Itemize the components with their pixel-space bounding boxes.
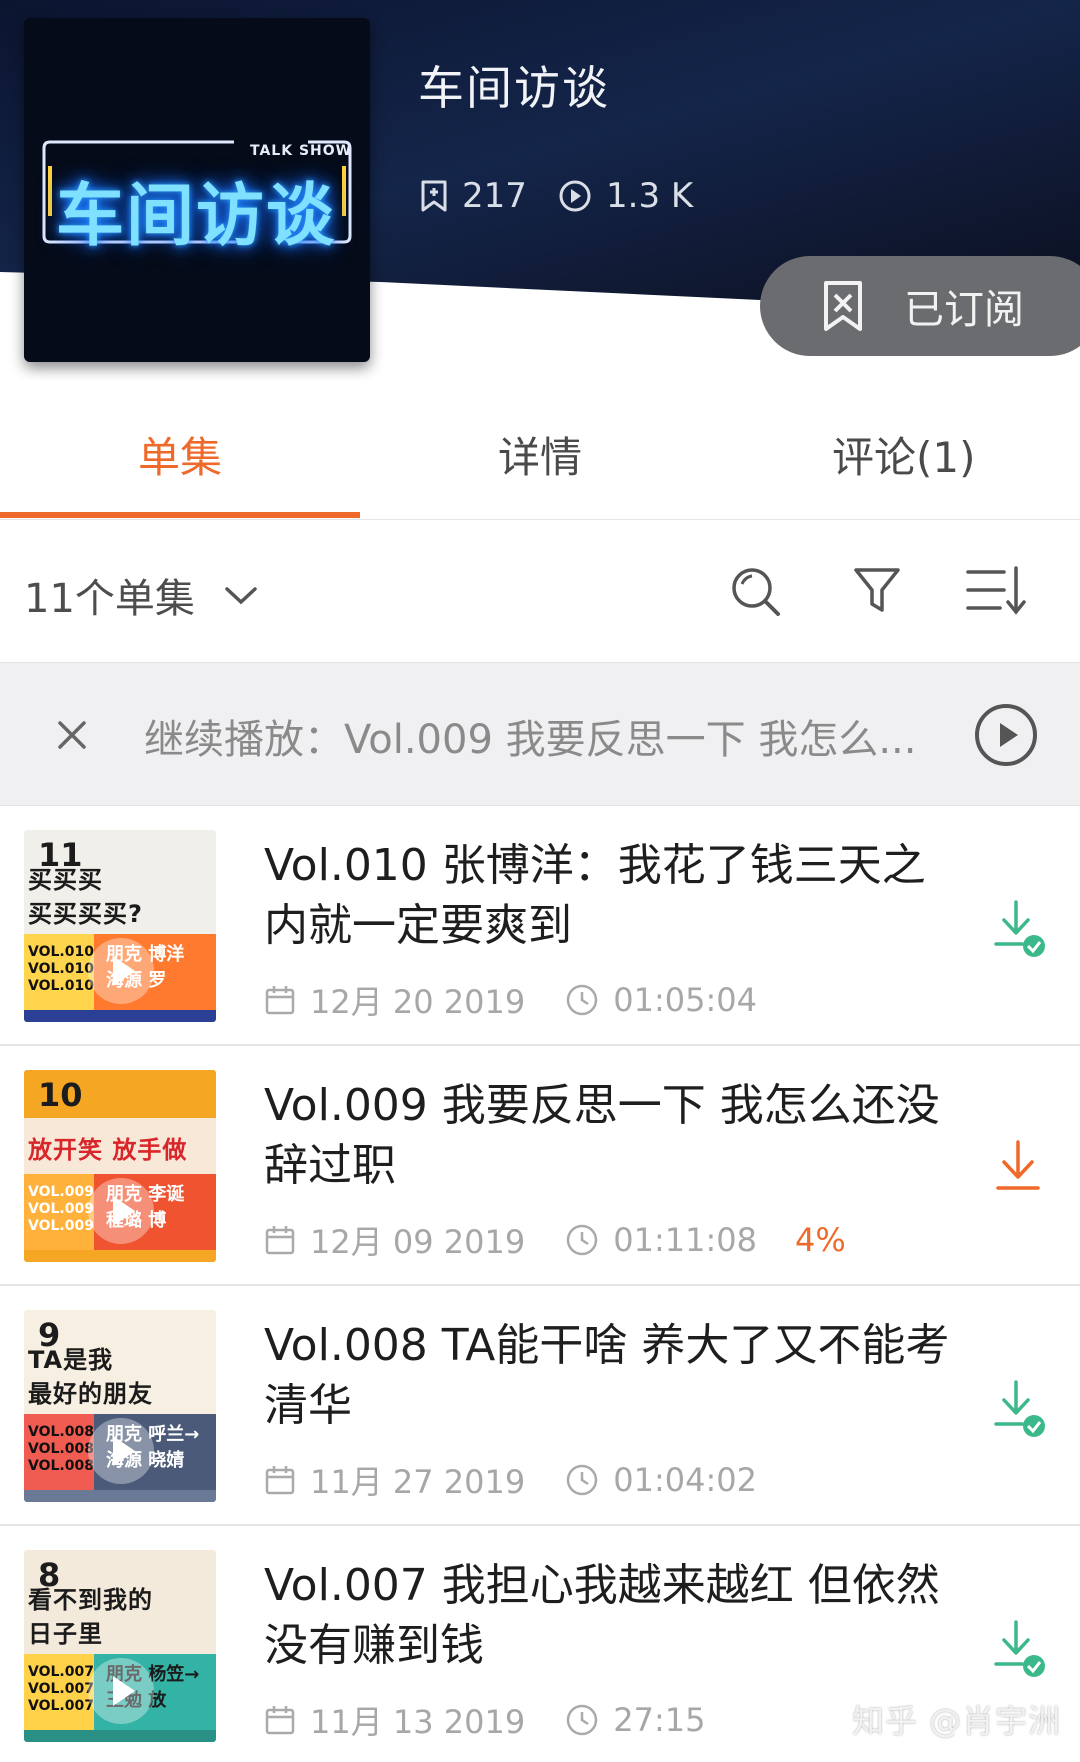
thumb-vol: VOL.009 (28, 1184, 94, 1200)
episode-toolbar: 11个单集 (0, 544, 1080, 662)
episode-progress: 4% (794, 1221, 846, 1259)
thumb-vol: VOL.010 (28, 978, 94, 994)
favorites-count: 217 (420, 174, 527, 218)
thumb-text: 看不到我的 (28, 1586, 153, 1614)
episode-title[interactable]: Vol.009 我要反思一下 我怎么还没辞过职 (264, 1076, 954, 1196)
episode-date: 12月 09 2019 (310, 1223, 526, 1261)
search-icon[interactable] (728, 564, 782, 618)
download-icon[interactable] (992, 1138, 1052, 1202)
play-icon[interactable] (88, 1658, 154, 1724)
thumb-vol: VOL.008 (28, 1458, 94, 1474)
plays-value: 1.3 K (606, 176, 694, 216)
episode-title[interactable]: Vol.007 我担心我越来越红 但依然没有赚到钱 (264, 1556, 954, 1676)
thumb-footer-band (24, 1250, 216, 1262)
thumb-text: 买买买 (28, 866, 103, 894)
episode-thumbnail[interactable]: 8 看不到我的 日子里 VOL.007 VOL.007 VOL.007 朋克 杨… (24, 1550, 216, 1742)
podcast-title: 车间访谈 (418, 61, 610, 115)
episode-item[interactable]: 11 买买买 买买买买? VOL.010 VOL.010 VOL.010 朋克 … (0, 806, 1080, 1046)
tab-episodes[interactable]: 单集 (138, 424, 222, 485)
tab-comments[interactable]: 评论(1) (832, 424, 976, 485)
thumb-vol: VOL.010 (28, 961, 94, 977)
cover-tagline: TALK SHOW (250, 143, 353, 159)
thumb-footer-band (24, 1730, 216, 1742)
thumb-text: 买买买买? (28, 900, 143, 928)
episode-meta: 12月 09 2019 01:11:08 4% (264, 1220, 846, 1261)
tab-details[interactable]: 详情 (498, 424, 582, 485)
clock-icon (566, 1464, 598, 1496)
episode-count: 11个单集 (24, 576, 195, 622)
episode-count-dropdown[interactable]: 11个单集 (24, 566, 259, 624)
thumb-vol: VOL.007 (28, 1698, 94, 1714)
episode-meta: 12月 20 2019 01:05:04 (264, 980, 757, 1021)
calendar-icon (265, 1226, 295, 1255)
episode-duration: 01:05:04 (613, 981, 757, 1019)
play-icon[interactable] (88, 1178, 154, 1244)
thumb-text: 最好的朋友 (28, 1380, 153, 1408)
thumb-text: 日子里 (28, 1620, 103, 1648)
thumb-vol: VOL.010 (28, 944, 94, 960)
thumb-vol: VOL.007 (28, 1664, 94, 1680)
calendar-icon (265, 986, 295, 1015)
thumb-text: TA是我 (28, 1346, 114, 1374)
calendar-icon (265, 1466, 295, 1495)
bookmark-icon (421, 180, 447, 212)
subscribed-button[interactable]: 已订阅 (760, 256, 1080, 356)
episode-date: 12月 20 2019 (310, 983, 526, 1021)
cover-title: 车间访谈 (55, 177, 336, 256)
thumb-footer-band (24, 1010, 216, 1022)
watermark: 知乎 @肖宇洲 (852, 1702, 1062, 1740)
continue-playing-text: 继续播放：Vol.009 我要反思一下 我怎么... (144, 717, 917, 763)
episode-thumbnail[interactable]: 11 买买买 买买买买? VOL.010 VOL.010 VOL.010 朋克 … (24, 830, 216, 1022)
episode-thumbnail[interactable]: 10 放开笑 放手做 VOL.009 VOL.009 VOL.009 朋克 李诞… (24, 1070, 216, 1262)
episode-date: 11月 13 2019 (310, 1703, 526, 1741)
play-icon[interactable] (88, 938, 154, 1004)
clock-icon (566, 1704, 598, 1736)
episode-duration: 01:11:08 (613, 1221, 757, 1259)
play-circle-icon[interactable] (974, 703, 1038, 767)
thumb-vol: VOL.008 (28, 1424, 94, 1440)
favorites-value: 217 (462, 176, 527, 216)
downloaded-icon[interactable] (992, 1378, 1052, 1442)
subscribed-label: 已订阅 (904, 287, 1024, 333)
downloaded-icon[interactable] (992, 898, 1052, 962)
close-icon[interactable] (52, 715, 92, 755)
thumb-vol: VOL.007 (28, 1681, 94, 1697)
clock-icon (566, 984, 598, 1016)
thumb-footer-band (24, 1490, 216, 1502)
episode-item[interactable]: 10 放开笑 放手做 VOL.009 VOL.009 VOL.009 朋克 李诞… (0, 1046, 1080, 1286)
chevron-down-icon (225, 587, 257, 605)
episode-list: 11 买买买 买买买买? VOL.010 VOL.010 VOL.010 朋克 … (0, 806, 1080, 1762)
episode-number: 10 (38, 1076, 83, 1114)
plays-count: 1.3 K (558, 174, 693, 218)
play-circle-icon (559, 180, 591, 212)
thumb-vol: VOL.009 (28, 1218, 94, 1234)
episode-item[interactable]: 9 TA是我 最好的朋友 VOL.008 VOL.008 VOL.008 朋克 … (0, 1286, 1080, 1526)
tab-bar: 单集 详情 评论(1) (0, 394, 1080, 520)
bookmark-check-icon (824, 281, 862, 331)
podcast-header: TALK SHOW 车间访谈 车间访谈 217 1.3 K 已订阅 (0, 0, 1080, 380)
play-icon[interactable] (88, 1418, 154, 1484)
episode-duration: 27:15 (613, 1701, 706, 1739)
thumb-text: 放开笑 放手做 (28, 1136, 188, 1164)
calendar-icon (265, 1706, 295, 1735)
episode-duration: 01:04:02 (613, 1461, 757, 1499)
sort-icon[interactable] (964, 564, 1028, 618)
filter-icon[interactable] (852, 564, 902, 618)
episode-thumbnail[interactable]: 9 TA是我 最好的朋友 VOL.008 VOL.008 VOL.008 朋克 … (24, 1310, 216, 1502)
thumb-vol: VOL.008 (28, 1441, 94, 1457)
episode-meta: 11月 13 2019 27:15 (264, 1700, 706, 1741)
episode-title[interactable]: Vol.010 张博洋：我花了钱三天之内就一定要爽到 (264, 836, 954, 956)
clock-icon (566, 1224, 598, 1256)
downloaded-icon[interactable] (992, 1618, 1052, 1682)
active-tab-indicator (0, 512, 360, 518)
episode-date: 11月 27 2019 (310, 1463, 526, 1501)
podcast-cover: TALK SHOW 车间访谈 (24, 18, 370, 362)
episode-meta: 11月 27 2019 01:04:02 (264, 1460, 757, 1501)
thumb-vol: VOL.009 (28, 1201, 94, 1217)
continue-playing-bar[interactable]: 继续播放：Vol.009 我要反思一下 我怎么... (0, 662, 1080, 806)
episode-title[interactable]: Vol.008 TA能干啥 养大了又不能考清华 (264, 1316, 954, 1436)
